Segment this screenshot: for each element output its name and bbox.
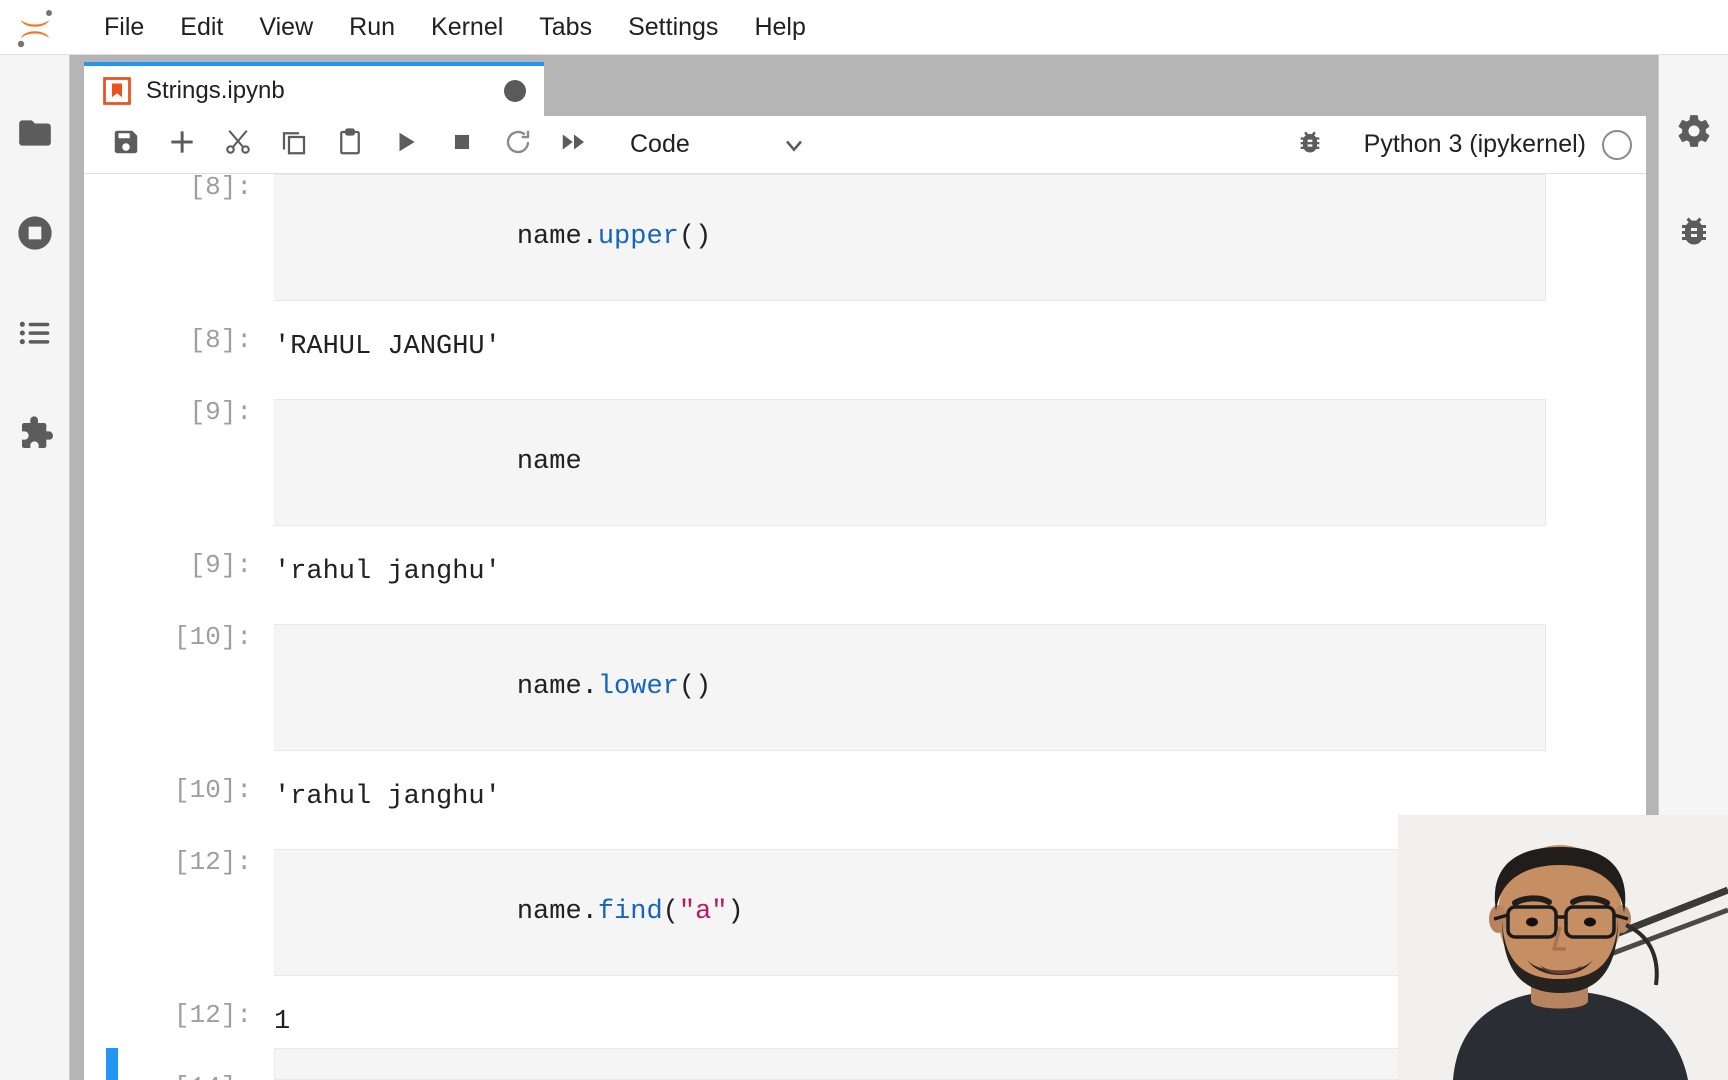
code-token: "a": [678, 896, 728, 927]
cell-source: name.lower(): [290, 637, 1529, 738]
folder-icon: [16, 114, 54, 152]
stop-square-icon: [449, 129, 475, 160]
chevron-down-icon: [780, 131, 808, 159]
paste-cell-button[interactable]: [322, 119, 378, 171]
menu-item-tabs[interactable]: Tabs: [521, 9, 610, 46]
stop-circle-icon: [15, 213, 55, 253]
presenter-webcam-overlay: [1398, 815, 1728, 1080]
code-token: upper: [597, 221, 679, 252]
tab-bar: Strings.ipynb: [84, 62, 1646, 116]
code-token: (: [662, 896, 679, 927]
menu-item-help[interactable]: Help: [736, 9, 823, 46]
cell-prompt: [9]:: [189, 397, 252, 427]
menu-item-settings[interactable]: Settings: [610, 9, 736, 46]
left-sidebar: [0, 55, 70, 1080]
output-text: 'rahul janghu': [274, 557, 501, 588]
output-prompt: [10]:: [173, 775, 252, 806]
puzzle-piece-icon: [15, 413, 55, 453]
menu-bar: File Edit View Run Kernel Tabs Settings …: [0, 0, 1728, 55]
cell-prompt: [8]:: [189, 174, 252, 202]
selected-cell-indicator: [106, 1048, 118, 1080]
cell-type-value: Code: [630, 130, 690, 158]
plus-icon: [166, 126, 198, 163]
output-text: 'rahul janghu': [274, 782, 501, 813]
tab-label: Strings.ipynb: [146, 77, 285, 104]
cell-input[interactable]: name.lower(): [274, 624, 1546, 752]
output-prompt: [12]:: [173, 1000, 252, 1031]
cell-prompt: [10]:: [173, 622, 252, 652]
cell-source: name: [290, 412, 1529, 513]
sidebar-item-property-inspector[interactable]: [1659, 83, 1728, 183]
code-token: find: [597, 896, 663, 927]
copy-icon: [279, 127, 309, 162]
menu-item-view[interactable]: View: [241, 9, 331, 46]
cell-input[interactable]: name.find("a"): [274, 849, 1546, 977]
cell-input[interactable]: name.upper(): [274, 174, 1546, 302]
cut-cell-button[interactable]: [210, 119, 266, 171]
notebook-toolbar: Code Python 3 (ipykernel): [84, 116, 1646, 174]
kernel-status-indicator[interactable]: [1602, 129, 1632, 160]
code-token: name.: [516, 896, 598, 927]
code-token: name: [516, 446, 582, 477]
code-token: (): [678, 671, 712, 702]
notebook-icon: [102, 76, 132, 106]
code-token: ): [727, 896, 744, 927]
cell-output: [9]: 'rahul janghu': [84, 552, 1646, 590]
menu-item-edit[interactable]: Edit: [162, 9, 241, 46]
output-prompt: [9]:: [189, 550, 252, 581]
cell-prompt: [12]:: [173, 847, 252, 877]
sidebar-item-debugger[interactable]: [1659, 183, 1728, 283]
menu-items: File Edit View Run Kernel Tabs Settings …: [86, 9, 824, 46]
tab-strings-ipynb[interactable]: Strings.ipynb: [84, 62, 544, 116]
sidebar-item-running-terminals[interactable]: [0, 183, 70, 283]
bug-icon: [1676, 213, 1712, 254]
cell-type-select[interactable]: Code: [624, 122, 814, 168]
run-cell-button[interactable]: [378, 119, 434, 171]
menu-item-kernel[interactable]: Kernel: [413, 9, 521, 46]
restart-kernel-button[interactable]: [490, 119, 546, 171]
notebook-cell[interactable]: [10]: name.lower(): [84, 622, 1646, 752]
kernel-name-label[interactable]: Python 3 (ipykernel): [1364, 130, 1586, 159]
clipboard-icon: [335, 127, 365, 162]
jupyterlab-window: File Edit View Run Kernel Tabs Settings …: [0, 0, 1728, 1080]
jupyter-logo-icon[interactable]: [8, 0, 62, 54]
sidebar-item-extension-manager[interactable]: [0, 383, 70, 483]
output-prompt: [8]:: [189, 325, 252, 356]
bug-icon: [1296, 128, 1324, 161]
output-text: 'RAHUL JANGHU': [274, 332, 501, 363]
notebook-cell[interactable]: [9]: name: [84, 397, 1646, 527]
sidebar-item-file-browser[interactable]: [0, 83, 70, 183]
code-token: lower: [597, 671, 679, 702]
cell-source: name.find("a"): [290, 862, 1529, 963]
cell-output: [10]: 'rahul janghu': [84, 777, 1646, 815]
save-button[interactable]: [98, 119, 154, 171]
restart-and-run-all-button[interactable]: [546, 119, 602, 171]
menu-item-run[interactable]: Run: [331, 9, 413, 46]
code-token: name.: [516, 671, 598, 702]
code-token: name.: [516, 221, 598, 252]
save-icon: [111, 127, 141, 162]
tab-dirty-indicator[interactable]: [504, 80, 526, 102]
insert-cell-below-button[interactable]: [154, 119, 210, 171]
code-token: (): [678, 221, 712, 252]
play-icon: [393, 129, 419, 160]
sidebar-item-table-of-contents[interactable]: [0, 283, 70, 383]
fast-forward-icon: [559, 127, 589, 162]
cell-source: name.upper(): [290, 187, 1529, 288]
restart-icon: [503, 127, 533, 162]
list-icon: [16, 314, 54, 352]
gear-icon: [1675, 112, 1713, 155]
toolbar-debugger-button[interactable]: [1282, 119, 1338, 171]
cell-input[interactable]: [274, 1048, 1546, 1080]
cell-output: [8]: 'RAHUL JANGHU': [84, 327, 1646, 365]
notebook-cell[interactable]: [8]: name.upper(): [84, 174, 1646, 302]
interrupt-kernel-button[interactable]: [434, 119, 490, 171]
scissors-icon: [223, 127, 253, 162]
copy-cell-button[interactable]: [266, 119, 322, 171]
cell-input[interactable]: name: [274, 399, 1546, 527]
menu-item-file[interactable]: File: [86, 9, 162, 46]
